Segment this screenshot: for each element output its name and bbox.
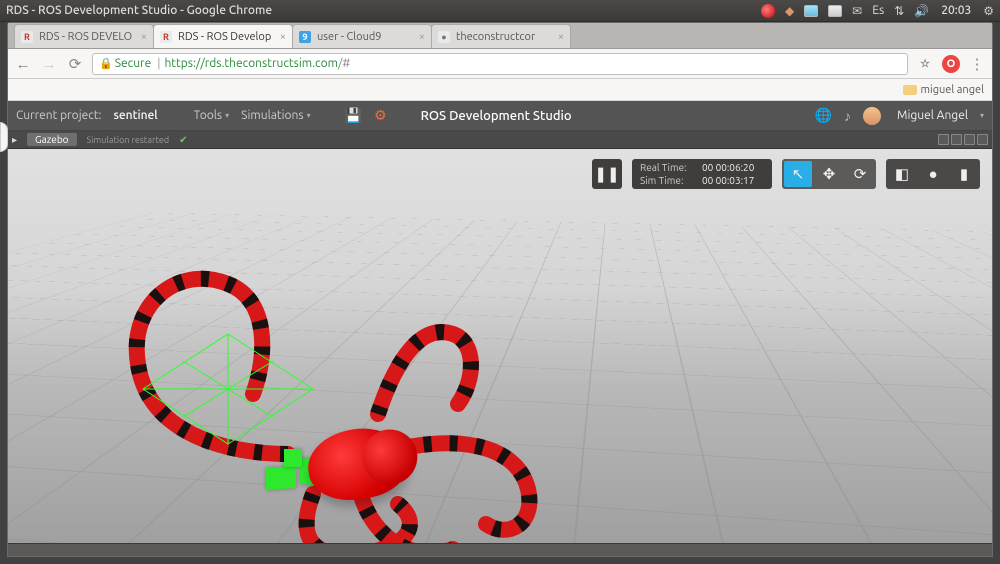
ubuntu-menubar: RDS - ROS Development Studio - Google Ch… [0, 0, 1000, 22]
tab-label: theconstructcor [456, 31, 554, 43]
sim-status-text: Simulation restarted [87, 135, 170, 145]
browser-tab[interactable]: R RDS - ROS Develop × [153, 24, 293, 48]
menu-simulations[interactable]: Simulations▾ [241, 109, 310, 122]
robot-base-link [284, 449, 302, 467]
viewport-toolbar: ❚❚ Real Time: 00 00:06:20 Sim Time: 00 0… [592, 159, 980, 189]
notifications-icon[interactable]: ♪ [844, 108, 851, 124]
back-button[interactable]: ← [14, 55, 32, 73]
bookmarks-bar: miguel angel [8, 79, 992, 101]
sim-time-label: Sim Time: [640, 174, 698, 187]
display-icon[interactable] [804, 5, 818, 17]
forward-button[interactable]: → [40, 55, 58, 73]
tab-strip: R RDS - ROS DEVELO × R RDS - ROS Develop… [8, 23, 992, 49]
avatar[interactable] [863, 107, 881, 125]
manipulation-tools: ↖ ✥ ⟳ [782, 159, 876, 189]
user-name[interactable]: Miguel Angel [897, 109, 968, 122]
extension-icon[interactable]: O [942, 55, 960, 73]
globe-icon[interactable]: 🌐 [815, 107, 832, 124]
select-tool-button[interactable]: ↖ [784, 161, 812, 187]
real-time-label: Real Time: [640, 161, 698, 174]
reload-button[interactable]: ⟳ [66, 55, 84, 73]
mail-icon[interactable]: ✉ [852, 4, 862, 18]
check-icon: ✔ [179, 134, 187, 146]
current-project-label: Current project: [16, 109, 102, 122]
pause-button[interactable]: ❚❚ [592, 159, 622, 189]
bookmark-item[interactable]: miguel angel [903, 84, 984, 96]
panel-chevron-icon[interactable]: ▸ [12, 134, 17, 146]
gazebo-tabbar: ▸ Gazebo Simulation restarted ✔ [8, 131, 992, 149]
lock-icon: 🔒 [99, 57, 113, 70]
menu-tools[interactable]: Tools▾ [194, 109, 230, 122]
rotate-tool-button[interactable]: ⟳ [846, 161, 874, 187]
panel-btn[interactable] [964, 134, 975, 145]
panel-btn[interactable] [938, 134, 949, 145]
side-drawer-handle[interactable] [0, 122, 8, 152]
folder-icon [903, 85, 917, 95]
add-cylinder-button[interactable]: ▮ [950, 161, 978, 187]
close-icon[interactable]: × [141, 31, 147, 43]
primitive-tools: ◧ ● ▮ [886, 159, 980, 189]
panel-btn[interactable] [977, 134, 988, 145]
secure-label: Secure [115, 57, 152, 70]
volume-icon[interactable]: 🔊 [914, 4, 929, 18]
rds-app-header: Current project: sentinel Tools▾ Simulat… [8, 101, 992, 131]
real-time-value: 00 00:06:20 [702, 161, 754, 174]
close-icon[interactable]: × [419, 31, 425, 43]
save-button[interactable]: 💾 [345, 107, 362, 124]
bookmark-label: miguel angel [921, 84, 984, 96]
gazebo-viewport[interactable]: ❚❚ Real Time: 00 00:06:20 Sim Time: 00 0… [8, 149, 992, 543]
chevron-down-icon[interactable]: ▾ [980, 111, 984, 120]
window-title: RDS - ROS Development Studio - Google Ch… [6, 4, 272, 17]
favicon-icon: R [160, 31, 172, 43]
panel-window-controls [938, 134, 988, 145]
tab-label: user - Cloud9 [317, 31, 415, 43]
chrome-window: R RDS - ROS DEVELO × R RDS - ROS Develop… [7, 22, 993, 557]
add-cube-button[interactable]: ◧ [888, 161, 916, 187]
updates-icon[interactable]: ◆ [785, 4, 794, 18]
app-title: ROS Development Studio [421, 109, 572, 123]
favicon-icon: 9 [299, 31, 311, 43]
horizontal-scrollbar[interactable] [8, 543, 992, 556]
record-indicator-icon [761, 4, 775, 18]
folder-icon[interactable] [828, 5, 842, 17]
sim-time-value: 00 00:03:17 [702, 174, 754, 187]
time-panel: Real Time: 00 00:06:20 Sim Time: 00 00:0… [632, 159, 772, 189]
close-icon[interactable]: × [558, 31, 564, 43]
system-clock[interactable]: 20:03 [941, 4, 971, 17]
gear-icon[interactable]: ⚙ [374, 107, 387, 124]
lang-indicator[interactable]: Es [872, 4, 884, 17]
close-icon[interactable]: × [280, 31, 286, 43]
favicon-icon: R [21, 31, 33, 43]
url-host: https://rds.theconstructsim.com/# [164, 57, 350, 70]
selection-gizmo[interactable] [138, 329, 318, 449]
browser-tab[interactable]: 9 user - Cloud9 × [292, 24, 432, 48]
url-field[interactable]: 🔒 Secure | https://rds.theconstructsim.c… [92, 53, 908, 75]
browser-tab[interactable]: R RDS - ROS DEVELO × [14, 24, 154, 48]
translate-tool-button[interactable]: ✥ [815, 161, 843, 187]
system-tray: ◆ ✉ Es ⇅ 🔊 20:03 ⚙ [761, 4, 994, 18]
extension-icon[interactable]: ☆ [916, 55, 934, 73]
session-icon[interactable]: ⚙ [983, 4, 994, 18]
project-name: sentinel [114, 109, 158, 122]
add-sphere-button[interactable]: ● [919, 161, 947, 187]
chrome-menu-button[interactable]: ⋮ [968, 55, 986, 73]
robot-base-link [266, 466, 296, 491]
panel-btn[interactable] [951, 134, 962, 145]
favicon-icon: ● [438, 31, 450, 43]
address-bar: ← → ⟳ 🔒 Secure | https://rds.theconstruc… [8, 49, 992, 79]
tab-label: RDS - ROS Develop [178, 31, 276, 43]
browser-tab[interactable]: ● theconstructcor × [431, 24, 571, 48]
gazebo-tab[interactable]: Gazebo [27, 133, 77, 146]
tab-label: RDS - ROS DEVELO [39, 31, 137, 43]
network-icon[interactable]: ⇅ [894, 4, 904, 18]
